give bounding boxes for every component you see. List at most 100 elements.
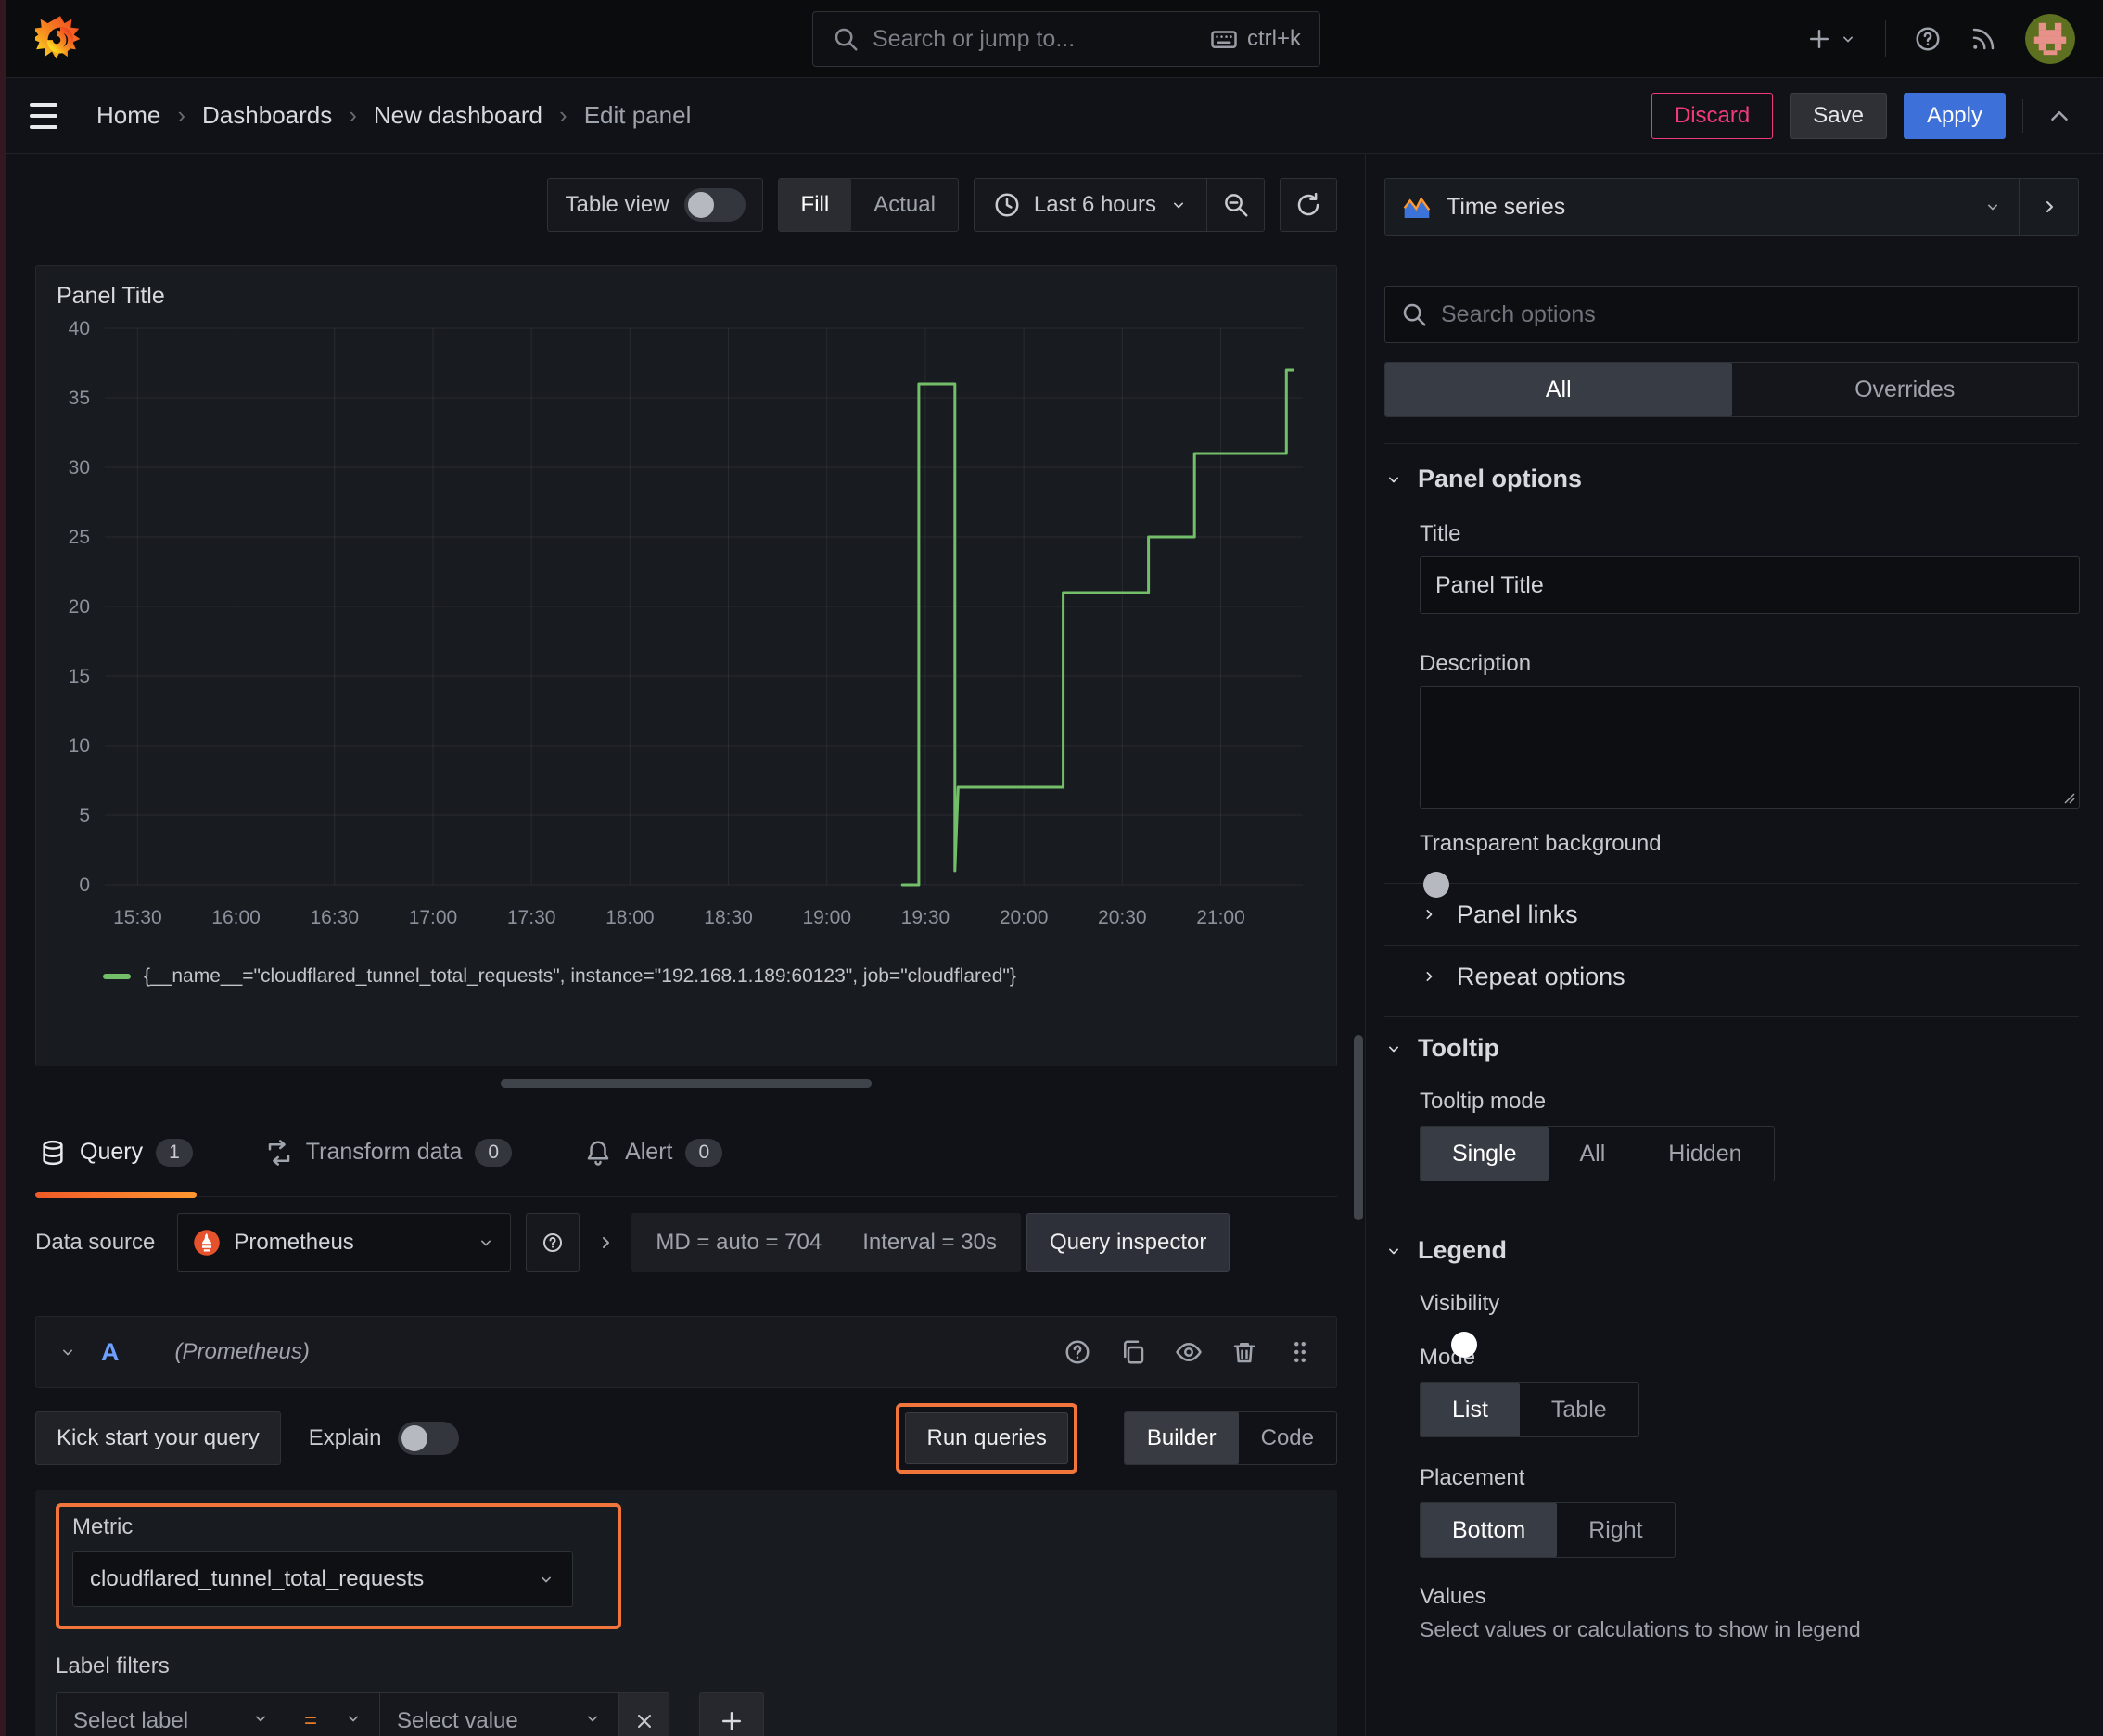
- tooltip-single-option[interactable]: Single: [1421, 1127, 1549, 1181]
- news-rss-button[interactable]: [1969, 25, 1997, 53]
- avatar[interactable]: [2025, 13, 2075, 64]
- table-view-switch[interactable]: [683, 188, 746, 222]
- panel-title-input[interactable]: [1420, 556, 2080, 614]
- placement-right[interactable]: Right: [1557, 1503, 1674, 1557]
- select-label-dropdown[interactable]: Select label: [56, 1692, 287, 1736]
- select-value-dropdown[interactable]: Select value: [380, 1692, 619, 1736]
- help-button[interactable]: [1914, 25, 1942, 53]
- repeat-options-section[interactable]: Repeat options: [1420, 946, 2079, 1007]
- tooltip-hidden-option[interactable]: Hidden: [1637, 1127, 1773, 1181]
- svg-text:35: 35: [69, 388, 90, 409]
- breadcrumb-new-dashboard[interactable]: New dashboard: [374, 101, 542, 130]
- add-button[interactable]: [1805, 25, 1857, 53]
- drag-handle-icon[interactable]: [1286, 1338, 1314, 1366]
- keyboard-icon: [1210, 25, 1238, 53]
- toggle-visibility-icon[interactable]: [1175, 1338, 1203, 1366]
- breadcrumb-separator: ›: [177, 101, 186, 129]
- tooltip-mode-switch: Single All Hidden: [1420, 1126, 1775, 1181]
- svg-text:20:30: 20:30: [1098, 907, 1147, 928]
- panel-view-toolbar: Table view Fill Actual Last 6 hours: [35, 178, 1337, 232]
- time-series-chart[interactable]: 0 5 10 15 20 25 30 35 40 15:30 16:00 16:30 17:00 17:3…: [51, 318, 1321, 959]
- builder-option[interactable]: Builder: [1124, 1412, 1239, 1464]
- breadcrumb-edit-panel: Edit panel: [583, 101, 692, 129]
- search-options-input[interactable]: Search options: [1384, 286, 2079, 343]
- legend-header[interactable]: Legend: [1384, 1236, 2079, 1265]
- legend-mode-label: Mode: [1420, 1345, 1476, 1370]
- metric-highlight: Metric cloudflared_tunnel_total_requests: [56, 1503, 621, 1629]
- chevron-right-icon: [1426, 972, 1433, 981]
- title-label: Title: [1420, 521, 1461, 546]
- tab-transform-data[interactable]: Transform data 0: [261, 1108, 516, 1196]
- add-filter-button[interactable]: [699, 1692, 764, 1736]
- tooltip-mode-label: Tooltip mode: [1420, 1089, 1547, 1114]
- delete-query-icon[interactable]: [1230, 1338, 1258, 1366]
- placement-bottom[interactable]: Bottom: [1421, 1503, 1558, 1557]
- explain-switch[interactable]: [398, 1422, 460, 1455]
- builder-code-switch: Builder Code: [1123, 1411, 1337, 1465]
- scrollbar-thumb[interactable]: [1354, 1035, 1363, 1220]
- tooltip-header[interactable]: Tooltip: [1384, 1034, 2079, 1063]
- collapse-query-chevron[interactable]: [58, 1343, 77, 1361]
- duplicate-query-icon[interactable]: [1119, 1338, 1147, 1366]
- operator-dropdown[interactable]: =: [287, 1692, 380, 1736]
- query-help-icon[interactable]: [1064, 1338, 1091, 1366]
- apply-button[interactable]: Apply: [1903, 92, 2006, 139]
- fill-actual-switch: Fill Actual: [777, 178, 959, 232]
- grafana-logo-icon[interactable]: [35, 12, 89, 66]
- panel-links-section[interactable]: Panel links: [1420, 884, 2079, 945]
- svg-text:0: 0: [79, 874, 90, 896]
- tab-query[interactable]: Query 1: [35, 1108, 197, 1198]
- visualization-picker[interactable]: Time series: [1385, 179, 2019, 235]
- panel-options-header[interactable]: Panel options: [1384, 465, 2079, 493]
- menu-toggle-button[interactable]: [30, 95, 72, 137]
- collapse-sidebar-button[interactable]: [2019, 179, 2078, 235]
- run-queries-button[interactable]: Run queries: [905, 1412, 1068, 1464]
- datasource-picker[interactable]: Prometheus: [177, 1213, 512, 1272]
- description-textarea[interactable]: [1420, 686, 2080, 809]
- query-datasource-hint: (Prometheus): [174, 1339, 310, 1364]
- save-button[interactable]: Save: [1790, 92, 1887, 139]
- table-view-toggle[interactable]: Table view: [547, 178, 763, 232]
- breadcrumb-home[interactable]: Home: [96, 101, 160, 130]
- expand-options-chevron[interactable]: [594, 1232, 617, 1254]
- breadcrumb-dashboards[interactable]: Dashboards: [202, 101, 332, 130]
- fill-option[interactable]: Fill: [778, 179, 852, 231]
- discard-button[interactable]: Discard: [1651, 92, 1774, 139]
- chart-legend-item[interactable]: {__name__="cloudflared_tunnel_total_requ…: [103, 965, 1321, 988]
- visualization-picker-row: Time series: [1384, 178, 2079, 236]
- nav-bar: Home › Dashboards › New dashboard › Edit…: [0, 78, 2103, 154]
- code-option[interactable]: Code: [1239, 1412, 1336, 1464]
- tab-all[interactable]: All: [1385, 363, 1732, 416]
- transform-count-badge: 0: [475, 1138, 513, 1167]
- kick-start-button[interactable]: Kick start your query: [35, 1411, 281, 1465]
- query-row-header[interactable]: A (Prometheus): [35, 1316, 1337, 1388]
- transparent-background-label: Transparent background: [1420, 831, 1662, 856]
- svg-text:18:00: 18:00: [605, 907, 655, 928]
- panel-actions: Discard Save Apply: [1651, 92, 2073, 139]
- tooltip-all-option[interactable]: All: [1549, 1127, 1638, 1181]
- refresh-button[interactable]: [1280, 178, 1337, 232]
- metric-select[interactable]: cloudflared_tunnel_total_requests: [72, 1551, 573, 1607]
- query-ref-id[interactable]: A: [101, 1338, 120, 1367]
- chevron-down-icon: [1389, 1248, 1398, 1254]
- legend-mode-list[interactable]: List: [1421, 1383, 1520, 1436]
- run-queries-highlight: Run queries: [896, 1403, 1077, 1474]
- max-datapoints-value: MD = auto = 704: [656, 1230, 822, 1255]
- collapse-header-button[interactable]: [2046, 102, 2073, 130]
- tab-overrides[interactable]: Overrides: [1732, 363, 2079, 416]
- zoom-out-button[interactable]: [1206, 179, 1264, 231]
- alert-count-badge: 0: [685, 1138, 723, 1167]
- legend-mode-table[interactable]: Table: [1520, 1383, 1638, 1436]
- search-input[interactable]: Search or jump to... ctrl+k: [812, 11, 1320, 67]
- remove-filter-button[interactable]: [619, 1692, 669, 1736]
- metric-label: Metric: [72, 1514, 134, 1539]
- explain-toggle: Explain: [309, 1422, 460, 1455]
- tab-alert[interactable]: Alert 0: [580, 1108, 726, 1196]
- time-range-picker[interactable]: Last 6 hours: [975, 191, 1206, 219]
- panel-title: Panel Title: [57, 283, 165, 309]
- query-options-summary[interactable]: MD = auto = 704 Interval = 30s: [631, 1213, 1021, 1272]
- datasource-help-button[interactable]: [526, 1213, 580, 1272]
- query-inspector-button[interactable]: Query inspector: [1026, 1213, 1230, 1272]
- resize-handle[interactable]: [501, 1079, 872, 1088]
- actual-option[interactable]: Actual: [851, 179, 958, 231]
